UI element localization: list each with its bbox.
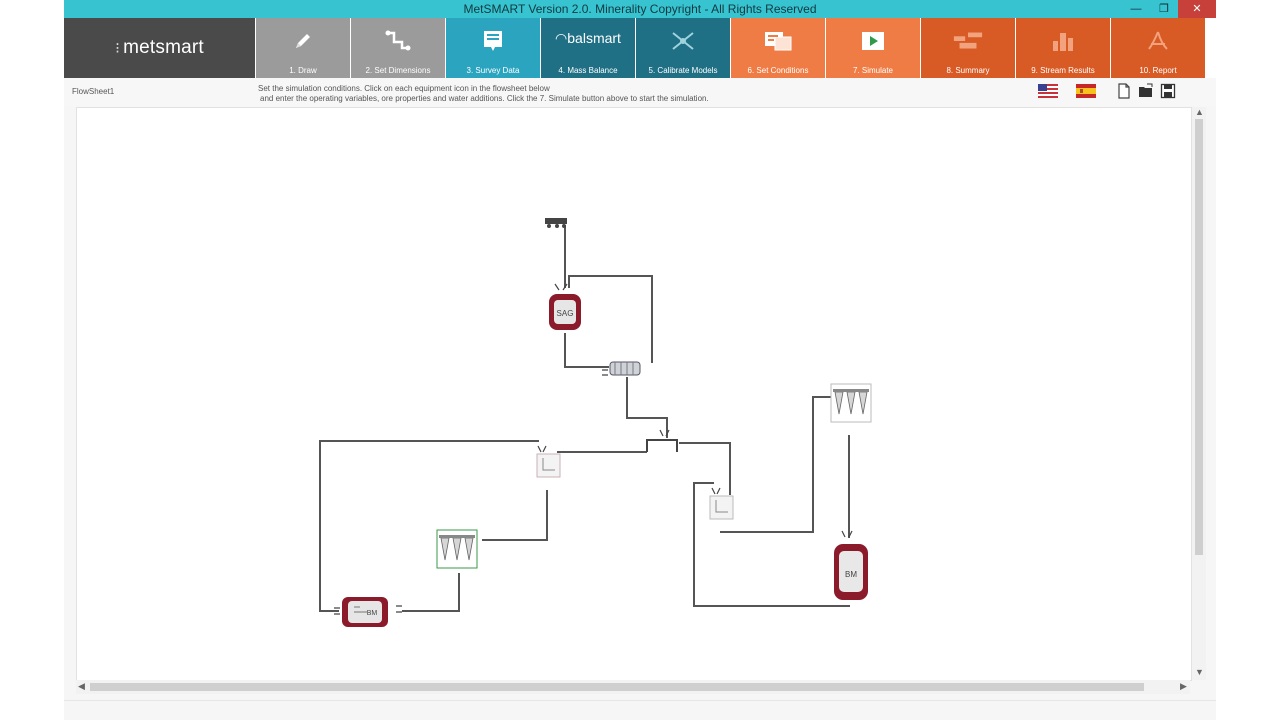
stream-cyclone-to-ballmill (402, 573, 460, 612)
vertical-scroll-thumb[interactable] (1195, 119, 1203, 555)
left-margin (0, 0, 64, 720)
tab-set-conditions[interactable]: 6. Set Conditions (731, 18, 825, 83)
us-flag-icon[interactable] (1038, 84, 1058, 98)
open-folder-icon[interactable] (1138, 83, 1154, 99)
flowsheet-name: FlowSheet1 (72, 87, 115, 96)
sag-mill-label: SAG (557, 309, 574, 318)
instructions: Set the simulation conditions. Click on … (258, 84, 709, 104)
summary-icon (952, 27, 984, 55)
tab-label: 1. Draw (289, 66, 317, 75)
survey-data-icon (477, 27, 509, 55)
stream-sag-to-trommel (564, 333, 609, 368)
balsmart-logo: ◠balsmart (555, 30, 621, 46)
horizontal-scroll-thumb[interactable] (90, 683, 1144, 691)
stream-lines (319, 225, 850, 612)
right-margin (1216, 0, 1280, 720)
play-icon (857, 27, 889, 55)
metsmart-logo: ⁝ metsmart (64, 18, 255, 78)
title-bar: MetSMART Version 2.0. Minerality Copyrig… (64, 0, 1216, 18)
stream-left-recycle (319, 440, 539, 612)
restore-button[interactable]: ❐ (1150, 0, 1178, 18)
stream-results-icon (1047, 27, 1079, 55)
tab-mass-balance[interactable]: ◠balsmart 4. Mass Balance (541, 18, 635, 78)
flowsheet-diagram: SAG BM BM (319, 218, 872, 627)
tab-label: 9. Stream Results (1031, 66, 1095, 75)
stream-sag-recycle (568, 275, 653, 363)
app-window: MetSMART Version 2.0. Minerality Copyrig… (64, 0, 1216, 720)
window-title: MetSMART Version 2.0. Minerality Copyrig… (463, 2, 817, 16)
stream-splitter-to-right-box (679, 442, 731, 495)
vertical-scrollbar[interactable]: ▲ ▼ (1192, 107, 1206, 680)
tab-label: 6. Set Conditions (747, 66, 809, 75)
instructions-line-2: and enter the operating variables, ore p… (260, 94, 709, 103)
flowsheet-canvas[interactable]: SAG BM BM (76, 107, 1192, 681)
scroll-down-icon[interactable]: ▼ (1195, 667, 1204, 677)
equipment-sag-mill[interactable]: SAG (549, 283, 581, 330)
dimensions-icon (382, 27, 414, 55)
tab-label: 2. Set Dimensions (365, 66, 431, 75)
minimize-button[interactable]: — (1122, 0, 1150, 18)
workflow-ribbon: ⁝ metsmart 1. Draw 2. Set Dimensions 3. … (64, 18, 1216, 83)
stream-left-box-to-cyclone (482, 490, 548, 541)
close-button[interactable]: ✕ (1178, 0, 1216, 18)
stream-trommel-to-splitter (626, 377, 668, 438)
instructions-line-1: Set the simulation conditions. Click on … (258, 84, 550, 93)
pencil-icon (287, 27, 319, 55)
info-bar: FlowSheet1 Set the simulation conditions… (64, 78, 1216, 106)
scroll-right-icon[interactable]: ▶ (1180, 681, 1187, 692)
spain-flag-icon[interactable] (1076, 84, 1096, 98)
ball-mill-label: BM (367, 610, 378, 617)
equipment-cyclone-cluster-right[interactable] (830, 383, 872, 423)
pdf-report-icon (1142, 27, 1174, 55)
horizontal-scrollbar[interactable]: ◀ ▶ (76, 680, 1190, 694)
tab-set-dimensions[interactable]: 2. Set Dimensions (351, 18, 445, 78)
equipment-splitter[interactable] (646, 429, 678, 452)
vertical-mill-label: BM (845, 570, 857, 579)
save-icon[interactable] (1160, 83, 1176, 99)
tab-summary[interactable]: 8. Summary (921, 18, 1015, 78)
equipment-vertical-mill[interactable]: BM (834, 530, 868, 600)
tab-calibrate-models[interactable]: 5. Calibrate Models (636, 18, 730, 78)
status-bar (64, 700, 1216, 720)
logo-ring-icon: ⁝ (115, 40, 121, 57)
tab-label: 3. Survey Data (466, 66, 520, 75)
tab-label: 7. Simulate (852, 66, 894, 75)
calibrate-icon (667, 27, 699, 55)
equipment-trommel-screen[interactable] (602, 361, 641, 376)
scroll-up-icon[interactable]: ▲ (1195, 107, 1204, 117)
tab-label: 5. Calibrate Models (648, 66, 718, 75)
tab-report[interactable]: 10. Report (1111, 18, 1205, 78)
stream-right-box-to-cyclone (720, 396, 832, 533)
logo-text: metsmart (123, 37, 204, 58)
tab-draw[interactable]: 1. Draw (256, 18, 350, 78)
equipment-ball-mill[interactable]: BM (334, 597, 402, 627)
tab-simulate[interactable]: 7. Simulate (826, 18, 920, 78)
tab-label: 8. Summary (946, 66, 990, 75)
tab-survey-data[interactable]: 3. Survey Data (446, 18, 540, 78)
tab-label: 4. Mass Balance (558, 66, 618, 75)
equipment-cyclone-cluster-left[interactable] (436, 529, 478, 569)
tab-stream-results[interactable]: 9. Stream Results (1016, 18, 1110, 78)
equipment-feed-conveyor[interactable] (545, 218, 567, 228)
new-file-icon[interactable] (1116, 83, 1132, 99)
set-conditions-icon (762, 27, 794, 55)
tab-label: 10. Report (1139, 66, 1177, 75)
equipment-pump-box-left[interactable] (536, 445, 561, 478)
scroll-left-icon[interactable]: ◀ (78, 681, 85, 692)
